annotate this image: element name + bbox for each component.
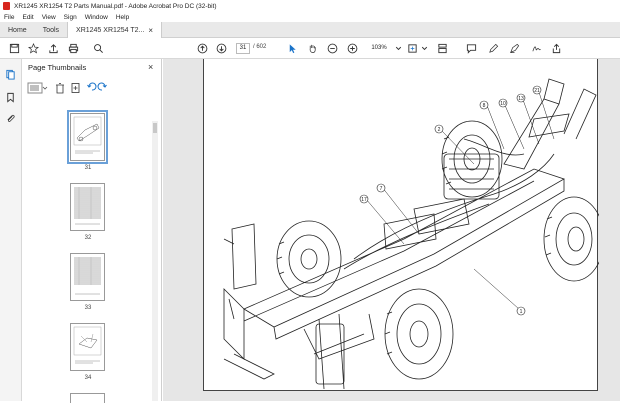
comment-icon[interactable]	[465, 42, 477, 54]
callout-2: 2	[438, 127, 441, 133]
delete-page-icon[interactable]	[56, 83, 64, 94]
previous-page-icon[interactable]	[196, 42, 208, 54]
highlight-pen-icon[interactable]	[487, 42, 499, 54]
thumbnail-label: 33	[84, 305, 92, 311]
page-thumbnail-32[interactable]	[70, 183, 105, 231]
page-thumbnail-31[interactable]	[67, 110, 108, 164]
callout-13: 13	[518, 96, 524, 102]
menu-sign[interactable]: Sign	[64, 14, 77, 21]
tab-bar: Home Tools XR1245 XR1254 T2... ×	[0, 22, 620, 38]
tab-document-label: XR1245 XR1254 T2...	[76, 26, 145, 34]
rotate-cw-icon[interactable]	[97, 82, 107, 91]
hand-tool-icon[interactable]	[306, 42, 318, 54]
print-icon[interactable]	[67, 42, 79, 54]
options-menu-icon[interactable]	[27, 82, 48, 94]
acrobat-app-icon	[3, 2, 10, 10]
thumbnail-label: 32	[84, 235, 92, 241]
menu-bar: File Edit View Sign Window Help	[0, 12, 620, 22]
tab-document[interactable]: XR1245 XR1254 T2... ×	[67, 22, 163, 38]
window-title: XR1245 XR1254 T2 Parts Manual.pdf - Adob…	[14, 2, 217, 10]
pdf-page: 2 8 10 13 21 7 17 1	[203, 59, 605, 391]
attachments-icon[interactable]	[5, 113, 16, 124]
menu-file[interactable]: File	[4, 14, 14, 21]
tab-tools[interactable]: Tools	[35, 22, 67, 38]
share-icon[interactable]	[550, 42, 562, 54]
scroll-mode-icon[interactable]	[436, 42, 448, 54]
menu-help[interactable]: Help	[116, 14, 129, 21]
tab-close-icon[interactable]: ×	[148, 26, 153, 35]
menu-window[interactable]: Window	[85, 14, 108, 21]
rotate-ccw-icon[interactable]	[87, 82, 97, 91]
parts-exploded-drawing: 2 8 10 13 21 7 17 1	[223, 78, 605, 390]
select-cursor-icon[interactable]	[286, 42, 298, 54]
sign-icon[interactable]	[530, 42, 542, 54]
callout-1: 1	[520, 309, 523, 315]
page-thumbnail-33[interactable]	[70, 253, 105, 301]
page-thumbnails-panel: Page Thumbnails × 31 32 33 34	[22, 59, 162, 403]
page-total: / 602	[253, 44, 267, 50]
zoom-level-select[interactable]: 103%	[368, 43, 390, 54]
panel-scrollbar-thumb[interactable]	[153, 123, 157, 133]
panel-scrollbar[interactable]	[152, 121, 158, 401]
menu-view[interactable]: View	[42, 14, 56, 21]
callout-10: 10	[500, 101, 506, 107]
fit-page-icon[interactable]	[406, 42, 418, 54]
tab-tools-label: Tools	[42, 26, 60, 34]
page-number-input[interactable]: 31	[236, 43, 250, 54]
thumbnail-label: 34	[84, 375, 92, 381]
page-thumbnails-icon[interactable]	[5, 69, 16, 80]
thumbnail-label: 31	[84, 165, 92, 171]
toolbar: 31 / 602 103%	[0, 38, 620, 59]
draw-tool-icon[interactable]	[508, 42, 520, 54]
bookmarks-icon[interactable]	[5, 92, 16, 103]
document-viewer[interactable]: 2 8 10 13 21 7 17 1	[163, 59, 620, 401]
panel-toolbar	[26, 81, 156, 95]
menu-edit[interactable]: Edit	[22, 14, 33, 21]
zoom-in-icon[interactable]	[346, 42, 358, 54]
callout-8: 8	[483, 103, 486, 109]
tab-home[interactable]: Home	[0, 22, 35, 38]
callout-7: 7	[380, 186, 383, 192]
callout-17: 17	[361, 197, 367, 203]
insert-page-icon[interactable]	[71, 83, 80, 93]
bookmark-star-icon[interactable]	[27, 42, 39, 54]
panel-title: Page Thumbnails	[28, 63, 87, 72]
navigation-rail	[0, 59, 22, 401]
tab-home-label: Home	[8, 26, 27, 34]
chevron-down-icon[interactable]	[392, 42, 404, 54]
close-icon[interactable]: ×	[148, 62, 153, 72]
save-icon[interactable]	[8, 42, 20, 54]
chevron-down-icon[interactable]	[418, 42, 430, 54]
page-thumbnail-35[interactable]	[70, 393, 105, 403]
callout-21: 21	[534, 88, 540, 94]
page-thumbnail-34[interactable]	[70, 323, 105, 371]
zoom-out-icon[interactable]	[326, 42, 338, 54]
title-bar: XR1245 XR1254 T2 Parts Manual.pdf - Adob…	[0, 0, 620, 12]
search-icon[interactable]	[92, 42, 104, 54]
upload-icon[interactable]	[47, 42, 59, 54]
next-page-icon[interactable]	[215, 42, 227, 54]
